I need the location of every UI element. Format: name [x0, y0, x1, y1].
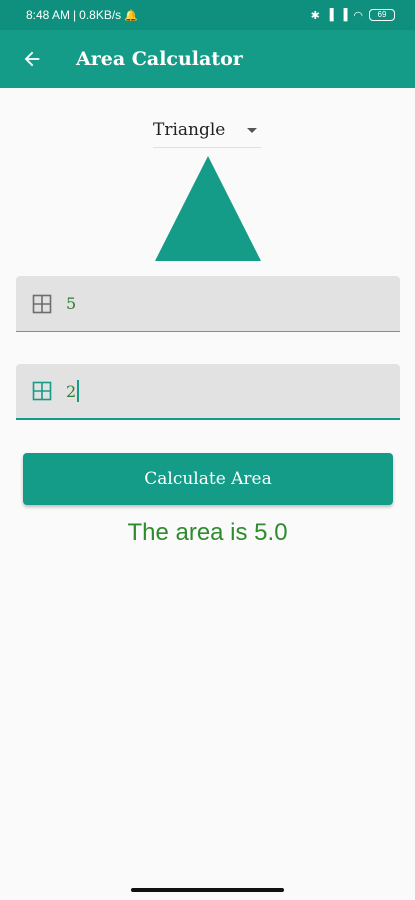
status-separator: |: [73, 8, 77, 22]
screen: 8:48 AM | 0.8KB/s 🔔 ✱ ▐ ▐ ◠ 69 Area Calc…: [0, 0, 415, 900]
signal-icon-2: ▐: [339, 9, 348, 21]
shape-dropdown[interactable]: Triangle: [153, 113, 261, 148]
triangle-shape-preview: [155, 156, 261, 261]
text-cursor: [77, 380, 80, 402]
arrow-back-icon: [24, 51, 40, 67]
height-input-wrap: 2: [66, 380, 80, 402]
battery-level: 69: [377, 10, 387, 19]
calculate-area-button[interactable]: Calculate Area: [23, 453, 393, 505]
bluetooth-icon: ✱: [310, 9, 320, 22]
status-network-speed: 0.8KB/s: [79, 8, 122, 22]
base-field[interactable]: 5: [16, 276, 400, 332]
shape-dropdown-value: Triangle: [153, 120, 226, 140]
status-time: 8:48 AM: [26, 8, 71, 22]
height-field[interactable]: 2: [16, 364, 400, 420]
grid-icon: [32, 294, 52, 314]
battery-icon: 69: [369, 9, 395, 21]
status-right: ✱ ▐ ▐ ◠ 69: [311, 9, 395, 22]
wifi-icon: ◠: [353, 9, 363, 22]
status-left: 8:48 AM | 0.8KB/s 🔔: [26, 8, 138, 22]
result-text: The area is 5.0: [127, 519, 288, 546]
height-input[interactable]: 2: [66, 382, 76, 401]
grid-icon: [32, 381, 52, 401]
home-indicator[interactable]: [131, 888, 284, 892]
base-input[interactable]: 5: [66, 294, 76, 313]
base-input-wrap: 5: [66, 294, 76, 313]
notification-bell-icon: 🔔: [124, 9, 138, 22]
signal-icon: ▐: [325, 9, 334, 21]
app-bar: Area Calculator: [0, 30, 415, 88]
status-bar: 8:48 AM | 0.8KB/s 🔔 ✱ ▐ ▐ ◠ 69: [0, 0, 415, 30]
back-button[interactable]: [12, 39, 52, 79]
page-title: Area Calculator: [76, 48, 243, 70]
chevron-down-icon: [247, 127, 257, 133]
